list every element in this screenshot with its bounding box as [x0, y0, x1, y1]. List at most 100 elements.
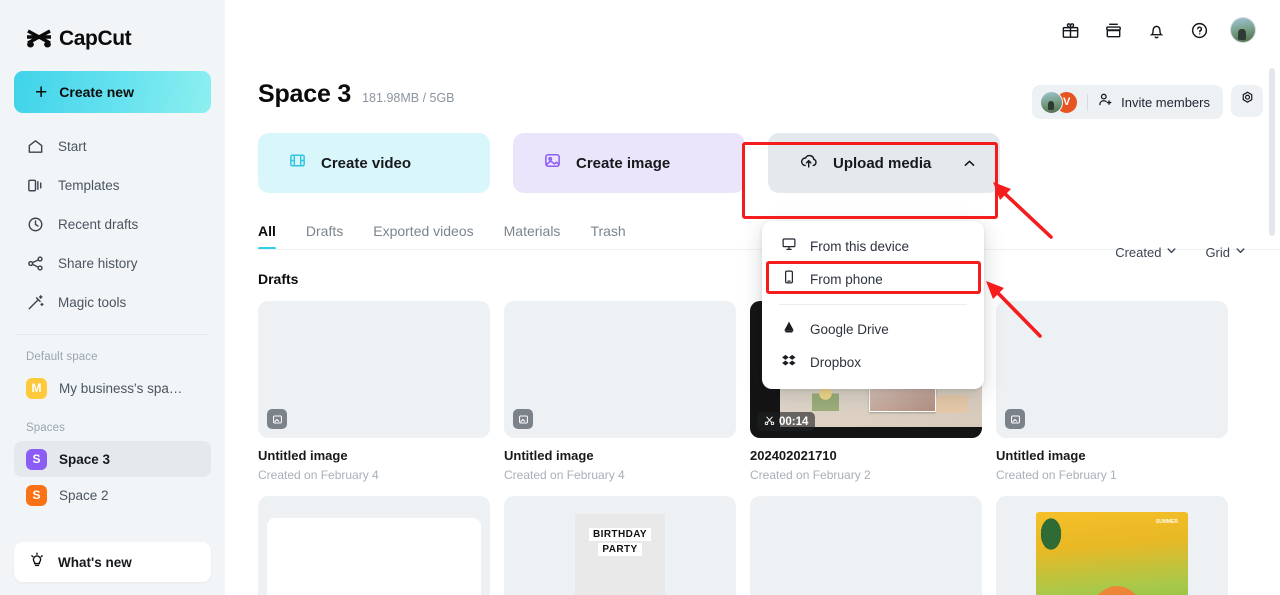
chevron-up-icon	[963, 157, 976, 175]
card-thumbnail[interactable]	[750, 496, 982, 595]
sidebar-item-space-3[interactable]: S Space 3	[14, 441, 211, 477]
tab-exported-videos[interactable]: Exported videos	[373, 223, 473, 250]
white-artwork	[267, 518, 481, 595]
sidebar-item-recent-drafts[interactable]: Recent drafts	[14, 205, 211, 244]
sort-label: Created	[1115, 244, 1162, 260]
brand-logo[interactable]: CapCut	[0, 0, 225, 56]
member-avatar-photo	[1040, 90, 1064, 114]
plus-icon: +	[35, 80, 48, 104]
film-icon	[288, 151, 307, 175]
tab-all[interactable]: All	[258, 223, 276, 250]
whats-new-button[interactable]: What's new	[14, 542, 211, 582]
create-new-button[interactable]: + Create new	[14, 71, 211, 113]
share-icon	[26, 254, 45, 273]
chevron-down-icon	[1235, 243, 1246, 261]
create-image-button[interactable]: Create image	[513, 133, 745, 193]
sidebar-item-label: Magic tools	[58, 295, 127, 310]
capcut-logo-icon	[26, 29, 52, 49]
upload-media-button[interactable]: Upload media	[768, 133, 1000, 193]
menu-item-from-this-device[interactable]: From this device	[762, 230, 984, 263]
tab-drafts[interactable]: Drafts	[306, 223, 343, 250]
space-label: Space 3	[59, 451, 111, 467]
space-label: Space 2	[59, 487, 109, 503]
menu-item-label: Dropbox	[810, 355, 862, 370]
sidebar-item-default-space[interactable]: M My business's spa…	[14, 370, 211, 406]
tab-trash[interactable]: Trash	[590, 223, 625, 250]
artwork-flower	[812, 385, 839, 411]
sidebar-item-templates[interactable]: Templates	[14, 166, 211, 205]
sidebar-item-label: Templates	[58, 178, 120, 193]
duration-text: 00:14	[779, 415, 809, 428]
card-title: Untitled image	[258, 448, 348, 463]
space-label: My business's spa…	[59, 380, 183, 396]
top-bar	[225, 0, 1280, 60]
menu-item-label: From this device	[810, 239, 910, 254]
sidebar-item-magic-tools[interactable]: Magic tools	[14, 283, 211, 322]
draft-card[interactable]: Untitled image Created on February 1	[996, 301, 1228, 482]
sidebar-item-share-history[interactable]: Share history	[14, 244, 211, 283]
space-initial-badge: S	[26, 448, 47, 470]
image-placeholder-icon	[1005, 409, 1025, 429]
card-thumbnail[interactable]	[258, 496, 490, 595]
duration-badge: 00:14	[757, 412, 816, 431]
sidebar-nav: Start Templates Recent drafts Share hist…	[0, 127, 225, 322]
view-mode-label: Grid	[1205, 244, 1230, 260]
archive-box-icon[interactable]	[1101, 18, 1125, 42]
tropical-artwork: SUMMER	[1036, 512, 1188, 595]
menu-item-google-drive[interactable]: Google Drive	[762, 313, 984, 346]
menu-item-label: Google Drive	[810, 322, 889, 337]
sort-by-created-dropdown[interactable]: Created	[1115, 243, 1177, 261]
card-thumbnail[interactable]	[258, 301, 490, 438]
vertical-scrollbar[interactable]	[1269, 68, 1275, 236]
lightbulb-icon	[28, 551, 46, 574]
card-title: 202402021710	[750, 448, 837, 463]
avatar[interactable]	[1230, 17, 1256, 43]
sidebar-item-space-2[interactable]: S Space 2	[14, 477, 211, 513]
view-mode-dropdown[interactable]: Grid	[1205, 243, 1246, 261]
image-icon	[543, 151, 562, 175]
space-initial-badge: M	[26, 377, 47, 399]
card-thumbnail[interactable]	[996, 301, 1228, 438]
create-video-button[interactable]: Create video	[258, 133, 490, 193]
clock-icon	[26, 215, 45, 234]
whats-new-label: What's new	[58, 554, 132, 570]
create-image-label: Create image	[576, 154, 671, 172]
monitor-icon	[781, 236, 797, 257]
invite-members-label: Invite members	[1121, 94, 1210, 110]
card-title: Untitled image	[996, 448, 1086, 463]
create-video-label: Create video	[321, 154, 412, 172]
help-circle-icon[interactable]	[1187, 18, 1211, 42]
draft-card[interactable]: Untitled image Created on February 4	[504, 301, 736, 482]
default-space-title: Default space	[26, 351, 98, 363]
card-thumbnail[interactable]: BIRTHDAY PARTY	[504, 496, 736, 595]
birthday-artwork: BIRTHDAY PARTY	[575, 514, 665, 595]
sidebar-item-start[interactable]: Start	[14, 127, 211, 166]
content-tabs: All Drafts Exported videos Materials Tra…	[225, 193, 1280, 250]
spaces-title: Spaces	[26, 422, 65, 434]
sidebar: CapCut + Create new Start Templates Rece…	[0, 0, 225, 595]
settings-button[interactable]	[1231, 85, 1263, 117]
magic-wand-icon	[26, 293, 45, 312]
menu-item-dropbox[interactable]: Dropbox	[762, 346, 984, 379]
brand-name: CapCut	[59, 27, 132, 50]
google-drive-icon	[781, 319, 797, 340]
menu-separator	[779, 304, 967, 305]
draft-card[interactable]: Untitled image Created on February 4	[258, 301, 490, 482]
tab-materials[interactable]: Materials	[504, 223, 561, 250]
artwork-envelope	[935, 394, 968, 414]
card-thumbnail[interactable]	[504, 301, 736, 438]
invite-members-button[interactable]: V Invite members	[1032, 85, 1223, 119]
capcut-app: CapCut + Create new Start Templates Rece…	[0, 0, 1280, 595]
person-add-icon	[1097, 91, 1114, 113]
storage-usage: 181.98MB / 5GB	[362, 91, 455, 105]
card-thumbnail[interactable]: SUMMER	[996, 496, 1228, 595]
home-icon	[26, 137, 45, 156]
sidebar-item-label: Recent drafts	[58, 217, 139, 232]
create-new-label: Create new	[59, 84, 134, 100]
menu-item-label: From phone	[810, 272, 883, 287]
gift-icon[interactable]	[1058, 18, 1082, 42]
drafts-grid-row-2: BIRTHDAY PARTY SUMMER	[225, 482, 1280, 595]
bell-icon[interactable]	[1144, 18, 1168, 42]
card-date: Created on February 1	[996, 468, 1117, 482]
menu-item-from-phone[interactable]: From phone	[762, 263, 984, 296]
